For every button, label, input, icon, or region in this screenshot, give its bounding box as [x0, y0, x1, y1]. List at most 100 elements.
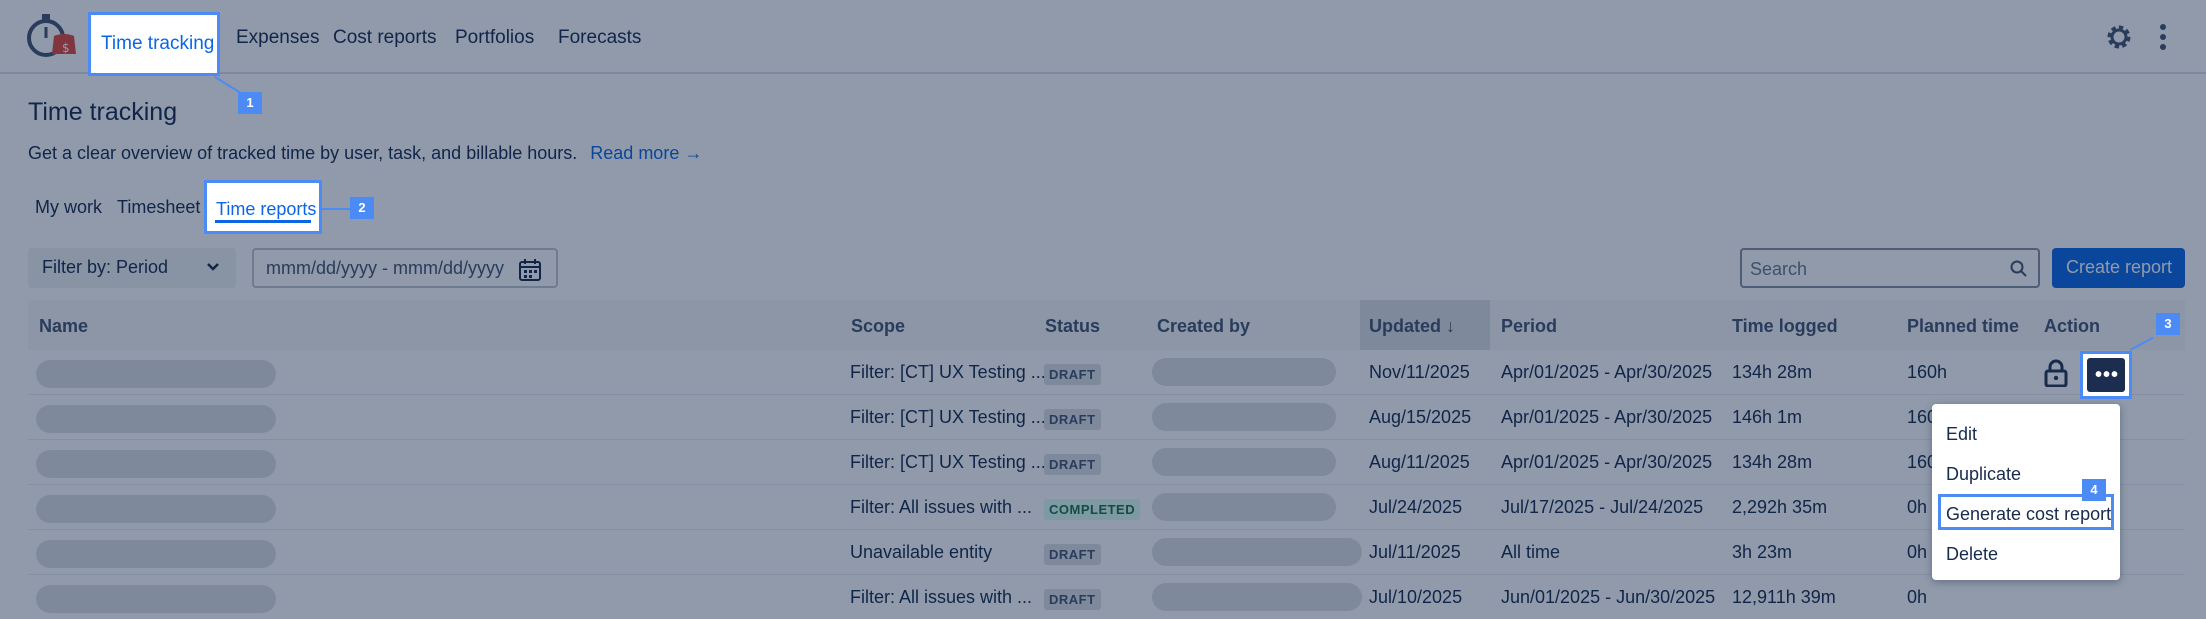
tab-my-work[interactable]: My work — [35, 197, 102, 218]
status-badge: DRAFT — [1044, 409, 1101, 430]
nav-time-tracking[interactable]: Time tracking — [88, 12, 220, 76]
gear-icon[interactable] — [2104, 22, 2134, 52]
chevron-down-icon — [207, 263, 219, 271]
creator-placeholder — [1152, 448, 1336, 476]
status-badge: COMPLETED — [1044, 499, 1141, 520]
time-logged-cell: 134h 28m — [1732, 362, 1813, 382]
create-report-button[interactable]: Create report — [2052, 248, 2185, 288]
stopwatch-money-logo-icon: $ — [27, 14, 76, 57]
table-row[interactable]: Filter: All issues with ... COMPLETED Ju… — [28, 485, 2185, 530]
scope-cell: Filter: [CT] UX Testing ... — [850, 452, 1046, 472]
updated-cell: Nov/11/2025 — [1369, 362, 1470, 382]
time-logged-cell: 2,292h 35m — [1732, 497, 1828, 517]
time-logged-cell: 134h 28m — [1732, 452, 1813, 472]
time-logged-cell: 146h 1m — [1732, 407, 1803, 427]
period-cell: Apr/01/2025 - Apr/30/2025 — [1501, 452, 1713, 472]
row-actions-button[interactable]: ••• — [2080, 351, 2132, 399]
updated-cell: Aug/11/2025 — [1369, 452, 1470, 472]
name-placeholder — [36, 585, 276, 613]
table-row[interactable]: Filter: All issues with ... DRAFT Jul/10… — [28, 575, 2185, 619]
updated-cell: Jul/24/2025 — [1369, 497, 1463, 517]
status-badge: DRAFT — [1044, 589, 1101, 610]
read-more-link[interactable]: Read more → — [590, 143, 702, 163]
callout-badge-1: 1 — [238, 92, 262, 114]
search-input[interactable]: Search — [1740, 248, 2040, 288]
scope-cell: Filter: [CT] UX Testing ... — [850, 362, 1046, 382]
status-badge: DRAFT — [1044, 454, 1101, 475]
time-logged-cell: 12,911h 39m — [1732, 587, 1836, 607]
column-created-by[interactable]: Created by — [1157, 316, 1250, 337]
top-navigation: $ Expenses Cost reports Portfolios Forec… — [0, 0, 2206, 74]
table-row[interactable]: Filter: [CT] UX Testing ... DRAFT Aug/15… — [28, 395, 2185, 440]
updated-cell: Jul/10/2025 — [1369, 587, 1463, 607]
scope-cell: Filter: All issues with ... — [850, 497, 1033, 517]
description-text: Get a clear overview of tracked time by … — [28, 143, 578, 163]
column-period[interactable]: Period — [1501, 316, 1557, 337]
column-action: Action — [2044, 316, 2100, 336]
creator-placeholder — [1152, 583, 1362, 611]
period-cell: Jun/01/2025 - Jun/30/2025 — [1501, 587, 1716, 607]
date-range-input[interactable]: mmm/dd/yyyy - mmm/dd/yyyy — [252, 248, 558, 288]
table-row[interactable]: Filter: [CT] UX Testing ... DRAFT Nov/11… — [28, 350, 2185, 395]
column-updated[interactable]: Updated ↓ — [1369, 316, 1455, 337]
callout-connector — [322, 208, 350, 210]
name-placeholder — [36, 405, 276, 433]
creator-placeholder — [1152, 493, 1336, 521]
column-status[interactable]: Status — [1045, 316, 1100, 337]
updated-cell: Aug/15/2025 — [1369, 407, 1472, 427]
name-placeholder — [36, 540, 276, 568]
more-horizontal-icon: ••• — [2095, 364, 2120, 386]
planned-time-cell: 160h — [1907, 362, 1948, 382]
search-icon — [2010, 260, 2027, 277]
creator-placeholder — [1152, 403, 1336, 431]
name-placeholder — [36, 360, 276, 388]
period-cell: All time — [1501, 542, 1561, 562]
svg-text:$: $ — [62, 41, 70, 55]
sort-down-icon: ↓ — [1446, 316, 1456, 336]
period-cell: Apr/01/2025 - Apr/30/2025 — [1501, 362, 1713, 382]
column-planned-time[interactable]: Planned time — [1907, 316, 2019, 337]
period-cell: Jul/17/2025 - Jul/24/2025 — [1501, 497, 1704, 517]
page-description: Get a clear overview of tracked time by … — [28, 143, 702, 164]
period-cell: Apr/01/2025 - Apr/30/2025 — [1501, 407, 1713, 427]
column-name[interactable]: Name — [39, 316, 88, 337]
planned-time-cell: 0h — [1907, 542, 1928, 562]
menu-item-generate-cost-report-label[interactable]: Generate cost report — [1946, 504, 2111, 525]
column-scope[interactable]: Scope — [851, 316, 905, 337]
tab-timesheet[interactable]: Timesheet — [117, 197, 200, 218]
creator-placeholder — [1152, 538, 1362, 566]
callout-badge-3: 3 — [2156, 313, 2180, 335]
nav-expenses[interactable]: Expenses — [236, 27, 319, 49]
tab-time-reports[interactable]: Time reports — [204, 180, 322, 234]
page-title: Time tracking — [28, 98, 178, 126]
nav-portfolios[interactable]: Portfolios — [455, 27, 534, 49]
arrow-right-icon: → — [684, 143, 703, 163]
column-time-logged[interactable]: Time logged — [1732, 316, 1838, 337]
filter-by-period-select[interactable]: Filter by: Period — [28, 248, 236, 288]
status-badge: DRAFT — [1044, 364, 1101, 385]
calendar-icon[interactable] — [518, 258, 542, 282]
menu-item-edit[interactable]: Edit — [1946, 424, 1977, 445]
more-vertical-icon[interactable] — [2156, 22, 2170, 52]
name-placeholder — [36, 495, 276, 523]
menu-item-delete[interactable]: Delete — [1946, 544, 1998, 565]
planned-time-cell: 0h — [1907, 497, 1928, 517]
time-logged-cell: 3h 23m — [1732, 542, 1793, 562]
scope-cell: Filter: All issues with ... — [850, 587, 1033, 607]
menu-item-duplicate[interactable]: Duplicate — [1946, 464, 2021, 485]
creator-placeholder — [1152, 358, 1336, 386]
status-badge: DRAFT — [1044, 544, 1101, 565]
lock-icon[interactable] — [2044, 359, 2068, 387]
planned-time-cell: 0h — [1907, 587, 1928, 607]
name-placeholder — [36, 450, 276, 478]
nav-cost-reports[interactable]: Cost reports — [333, 27, 436, 49]
scope-cell: Filter: [CT] UX Testing ... — [850, 407, 1046, 427]
table-row[interactable]: Filter: [CT] UX Testing ... DRAFT Aug/11… — [28, 440, 2185, 485]
updated-cell: Jul/11/2025 — [1369, 542, 1461, 562]
nav-forecasts[interactable]: Forecasts — [558, 27, 641, 49]
callout-badge-2: 2 — [350, 197, 374, 219]
table-row[interactable]: Unavailable entity DRAFT Jul/11/2025 All… — [28, 530, 2185, 575]
callout-badge-4: 4 — [2082, 479, 2106, 501]
table-header — [28, 300, 2185, 350]
scope-cell: Unavailable entity — [850, 542, 993, 562]
